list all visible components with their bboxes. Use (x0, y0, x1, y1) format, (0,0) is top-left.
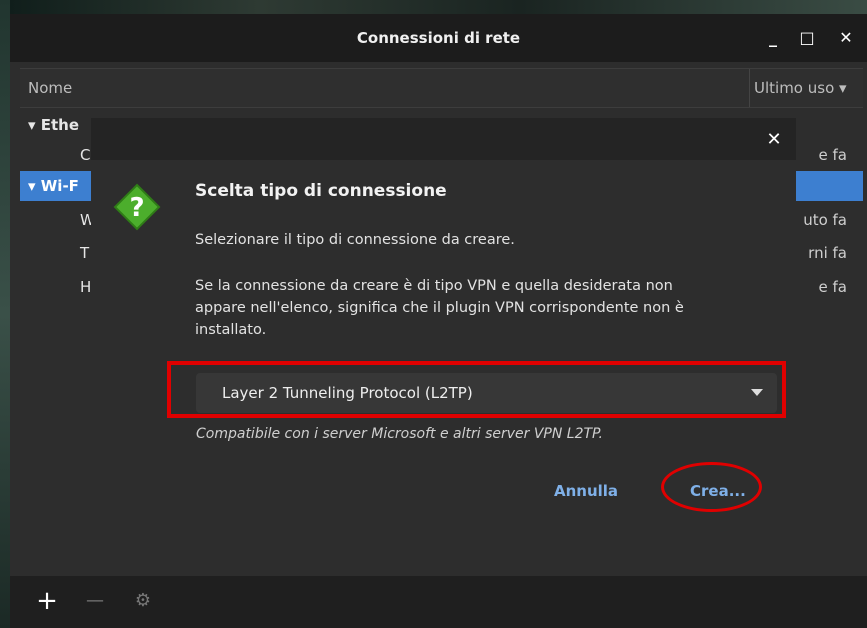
bottom-toolbar: + — ⚙ (10, 576, 867, 628)
column-separator (749, 69, 750, 107)
close-button[interactable]: ✕ (832, 24, 860, 52)
add-icon[interactable]: + (32, 586, 62, 616)
connection-type-hint: Compatibile con i server Microsoft e alt… (196, 426, 604, 442)
maximize-button[interactable]: □ (793, 24, 821, 52)
last-used-value: uto fa (803, 211, 847, 229)
gear-icon[interactable]: ⚙ (128, 586, 158, 616)
vpn-note-line-3: installato. (195, 322, 267, 338)
desktop-background (0, 0, 867, 14)
cancel-button[interactable]: Annulla (554, 476, 618, 506)
vpn-note-line-2: appare nell'elenco, significa che il plu… (195, 300, 684, 316)
titlebar: Connessioni di rete _ □ ✕ (10, 14, 867, 62)
dialog-close-button[interactable]: ✕ (762, 126, 786, 154)
question-icon-glyph: ? (129, 193, 144, 223)
group-label: ▾ Ethe (28, 116, 80, 134)
last-used-value: e fa (818, 278, 847, 296)
column-header-name[interactable]: Nome (28, 69, 72, 107)
window-title: Connessioni di rete (356, 29, 521, 47)
last-used-value: rni fa (808, 244, 847, 262)
desktop-background-left (0, 0, 10, 628)
connection-type-dialog (91, 160, 796, 526)
chevron-down-icon (751, 389, 763, 396)
remove-icon[interactable]: — (80, 586, 110, 616)
connection-name: H (80, 278, 92, 296)
group-label: ▾ Wi-F (28, 177, 79, 195)
dialog-instruction: Selezionare il tipo di connessione da cr… (195, 232, 515, 248)
connection-name: C (80, 146, 91, 164)
connection-type-select[interactable]: Layer 2 Tunneling Protocol (L2TP) (196, 373, 777, 413)
connection-type-value: Layer 2 Tunneling Protocol (L2TP) (222, 384, 473, 402)
question-icon: ? (113, 183, 161, 231)
create-button[interactable]: Crea... (690, 476, 746, 506)
column-header-last-used[interactable]: Ultimo uso ▾ (754, 69, 847, 107)
list-header: Nome Ultimo uso ▾ (20, 68, 863, 108)
minimize-button[interactable]: _ (759, 24, 787, 52)
vpn-note-line-1: Se la connessione da creare è di tipo VP… (195, 278, 673, 294)
dialog-title: Scelta tipo di connessione (195, 181, 447, 201)
connection-name: T (80, 244, 90, 262)
last-used-value: e fa (818, 146, 847, 164)
